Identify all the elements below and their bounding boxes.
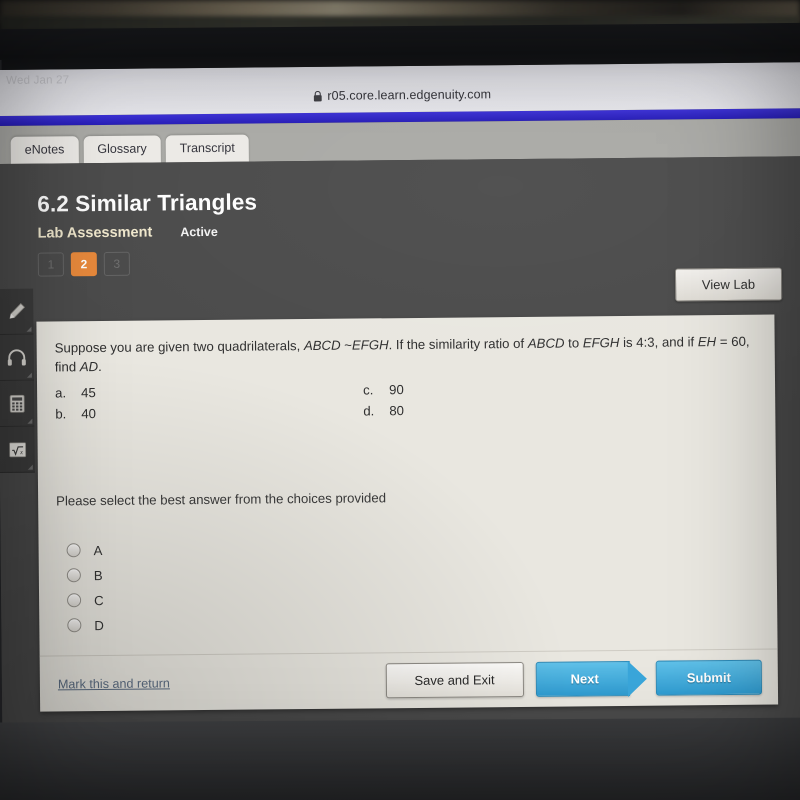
page-title: 6.2 Similar Triangles [37,189,258,217]
pencil-highlighter-tool-button[interactable] [0,288,34,335]
view-lab-button[interactable]: View Lab [674,267,783,302]
choice-b-letter: b. [55,406,67,422]
question-text-part-6: . [98,359,102,375]
screen-content: Wed Jan 27 r05.core.learn.edgenuity.com … [0,62,800,742]
status-badge: Active [180,224,218,240]
answer-options: A B C D [57,532,760,638]
photo-of-screen: Wed Jan 27 r05.core.learn.edgenuity.com … [0,0,800,800]
address-bar[interactable]: r05.core.learn.edgenuity.com [0,84,800,106]
question-term-efgh-2: EFGH [582,335,620,351]
answer-option-c-label: C [94,592,104,608]
headphones-tool-button[interactable] [0,334,34,381]
question-body: Suppose you are given two quadrilaterals… [36,315,777,656]
assessment-meta: Lab Assessment Active [37,223,257,242]
choice-c-value: 90 [389,382,404,398]
radio-button-b[interactable] [66,568,81,583]
question-term-ad: AD [79,359,99,375]
radio-button-d[interactable] [67,618,82,633]
question-text-part-4: is 4:3, and if [619,334,698,351]
choice-b-value: 40 [81,406,97,422]
mark-and-return-link[interactable]: Mark this and return [58,676,170,691]
choice-list: a. 45 b. 40 c. 90 d. 80 [55,379,757,434]
question-text-part-2: . If the similarity ratio of [388,335,528,353]
panel-footer: Mark this and return Save and Exit Next … [39,648,779,712]
step-button-3[interactable]: 3 [103,251,130,276]
lock-icon [313,90,322,101]
save-and-exit-button[interactable]: Save and Exit [385,661,524,699]
calculator-tool-button[interactable] [0,380,35,427]
choice-d-value: 80 [389,403,405,419]
footer-actions: Save and Exit Next Submit [385,659,763,699]
question-term-abcd-1: ABCD [303,337,341,354]
radio-button-a[interactable] [66,543,81,558]
answer-option-b-label: B [93,567,103,583]
choice-a-letter: a. [55,385,67,401]
choice-a: a. 45 [55,385,96,400]
choice-c-letter: c. [363,382,374,398]
next-button[interactable]: Next [535,660,630,697]
tab-glossary[interactable]: Glossary [83,134,161,164]
headphones-icon [7,348,26,366]
lesson-app-area: x 6.2 Similar Triangles Lab Assessment A… [0,156,800,742]
question-text-part-3: to [564,335,583,351]
tool-rail: x [0,288,35,473]
formula-tool-button[interactable]: x [0,426,35,473]
question-panel: Suppose you are given two quadrilaterals… [36,314,779,712]
view-lab-row: View Lab [674,267,783,302]
monitor-bezel-bottom [0,717,800,800]
question-term-efgh-1: EFGH [351,337,389,353]
step-button-2[interactable]: 2 [70,252,97,277]
question-term-eh: EH [697,334,717,350]
step-indicator: 1 2 3 [37,250,258,277]
submit-button[interactable]: Submit [655,659,763,696]
answer-prompt: Please select the best answer from the c… [56,490,387,509]
choice-c: c. 90 [363,382,404,397]
choice-d: d. 80 [363,403,404,418]
answer-option-a-label: A [93,542,103,558]
step-button-1[interactable]: 1 [37,252,64,277]
pencil-highlighter-icon [8,302,25,319]
status-bar-date: Wed Jan 27 [6,74,70,87]
lesson-header: 6.2 Similar Triangles Lab Assessment Act… [37,190,258,277]
question-term-abcd-2: ABCD [527,335,565,351]
answer-option-d-label: D [94,617,104,633]
browser-toolbar: Wed Jan 27 r05.core.learn.edgenuity.com [0,62,800,116]
question-similar-symbol: ~ [340,337,352,353]
question-text: Suppose you are given two quadrilaterals… [55,332,755,377]
tab-transcript[interactable]: Transcript [165,134,249,163]
choice-d-letter: d. [363,403,375,419]
svg-text:x: x [19,449,23,456]
formula-square-root-icon: x [8,441,26,457]
calculator-icon [9,394,25,413]
radio-button-c[interactable] [67,593,82,608]
question-text-part-1: Suppose you are given two quadrilaterals… [54,338,304,356]
assessment-type-label: Lab Assessment [37,224,153,242]
url-text: r05.core.learn.edgenuity.com [327,87,492,103]
tab-enotes[interactable]: eNotes [10,135,79,164]
choice-b: b. 40 [55,406,96,421]
choice-a-value: 45 [81,385,96,401]
